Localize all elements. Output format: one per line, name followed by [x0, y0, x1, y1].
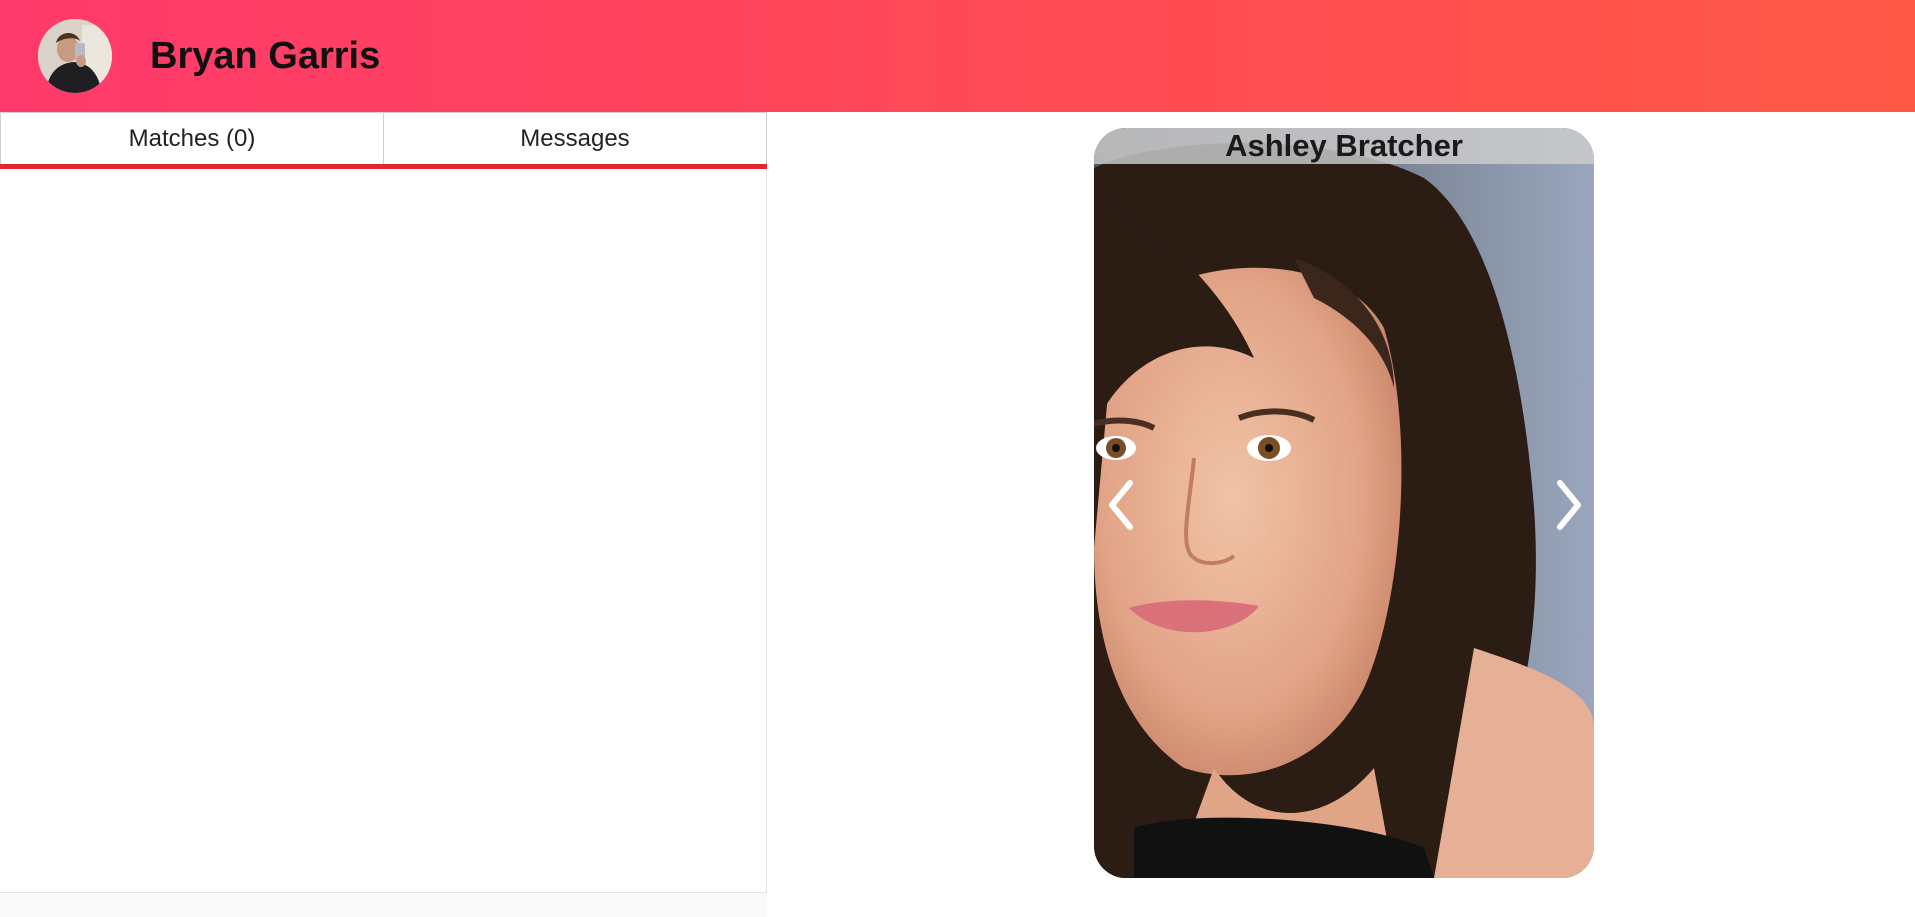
tab-messages[interactable]: Messages [384, 112, 767, 164]
profile-photo [1094, 128, 1594, 878]
user-avatar[interactable] [38, 19, 112, 93]
user-name: Bryan Garris [150, 35, 381, 77]
app-header: Bryan Garris [0, 0, 1915, 112]
user-avatar-photo [38, 19, 112, 93]
next-photo-button[interactable] [1546, 475, 1590, 535]
profile-card[interactable]: Ashley Bratcher [1094, 128, 1594, 878]
previous-photo-button[interactable] [1100, 475, 1144, 535]
chevron-left-icon [1109, 480, 1133, 530]
profile-name: Ashley Bratcher [1094, 128, 1594, 164]
chevron-right-icon [1557, 480, 1581, 530]
matches-panel: Matches (0) Messages [0, 112, 767, 893]
tab-active-underline [0, 164, 767, 169]
panel-tabs: Matches (0) Messages [0, 112, 767, 167]
tab-matches[interactable]: Matches (0) [0, 112, 384, 164]
